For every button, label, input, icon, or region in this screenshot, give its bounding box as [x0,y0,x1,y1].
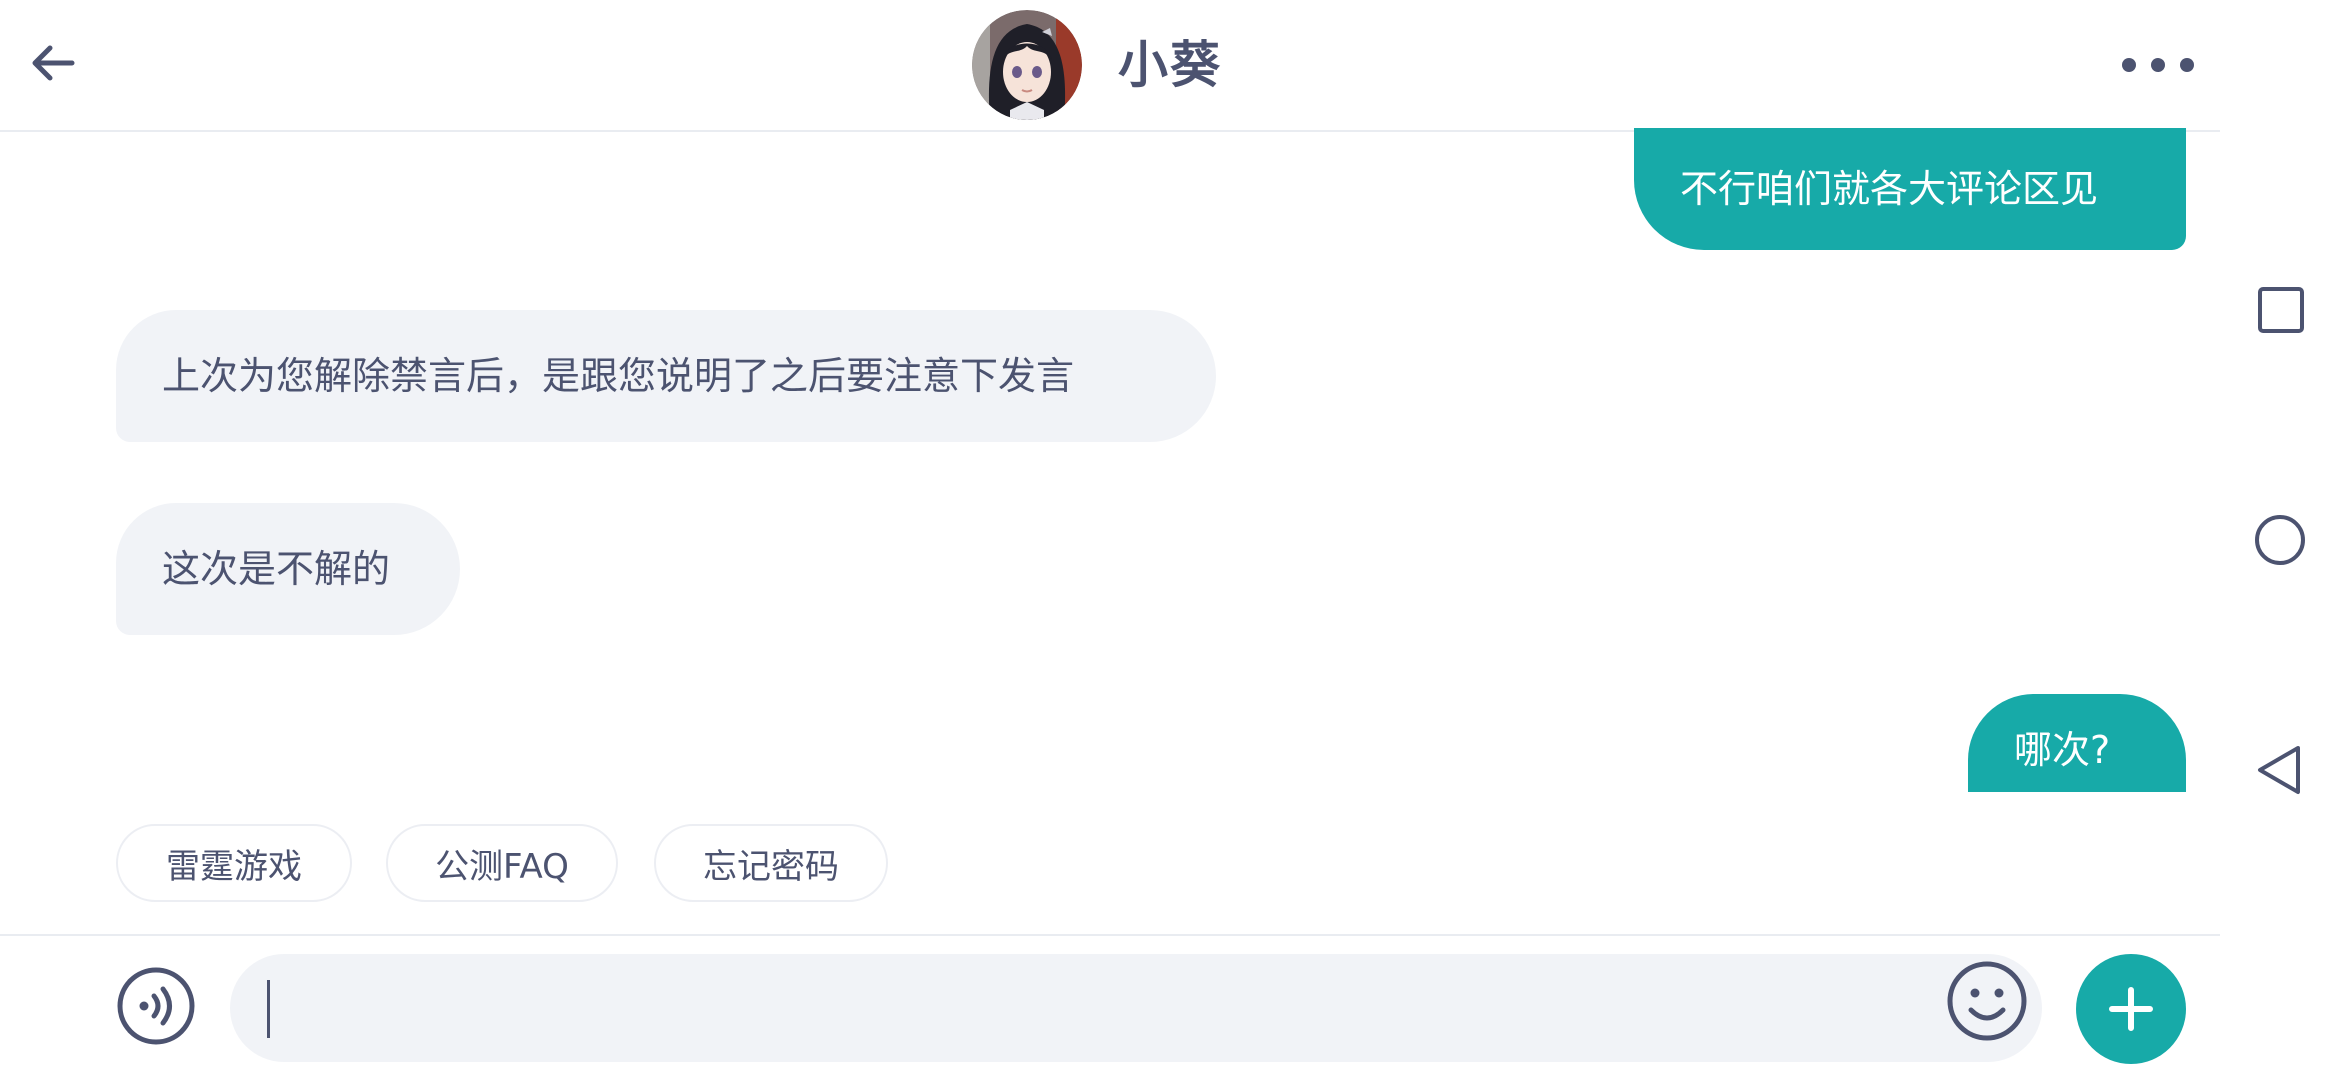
message-text: 不行咱们就各大评论区见 [1680,167,2099,211]
message-text: 这次是不解的 [162,547,391,591]
triangle-back-icon [2258,746,2300,794]
message-bubble-agent[interactable]: 上次为您解除禁言后，是跟您说明了之后要注意下发言 [116,310,1216,442]
avatar[interactable] [972,10,1082,120]
more-horizontal-icon [2122,58,2136,72]
chat-title: 小葵 [1118,36,1222,94]
avatar-image [972,10,1082,120]
message-bubble-user[interactable]: 哪次? [1968,694,2186,792]
text-cursor [267,980,270,1038]
message-bubble-user[interactable]: 不行咱们就各大评论区见 [1634,128,2186,250]
home-button[interactable] [2240,500,2320,580]
message-bubble-agent[interactable]: 这次是不解的 [116,503,460,635]
emoji-button[interactable] [1946,960,2028,1042]
chat-app: 小葵 不行咱们就各大评论区见 上次为您解除禁言后，是跟您说明了之后要注意下发言 … [0,0,2220,1080]
voice-input-button[interactable] [116,966,196,1046]
system-back-button[interactable] [2240,730,2320,810]
message-text: 哪次? [2014,728,2111,772]
quick-reply-chip[interactable]: 忘记密码 [654,824,888,902]
message-input[interactable] [266,978,1890,1040]
input-bar [0,934,2220,1080]
square-recents-icon [2258,287,2304,333]
back-button[interactable] [18,28,88,98]
circle-home-icon [2255,515,2305,565]
quick-reply-chip[interactable]: 公测FAQ [386,824,618,902]
message-input-field[interactable] [230,954,2042,1062]
quick-reply-chip[interactable]: 雷霆游戏 [116,824,352,902]
message-text: 上次为您解除禁言后，是跟您说明了之后要注意下发言 [162,354,1075,398]
arrow-left-icon [32,45,75,81]
chat-header: 小葵 [0,0,2220,132]
add-attachment-button[interactable] [2076,954,2186,1064]
more-options-button[interactable] [2122,40,2194,90]
emoji-icon [1947,961,2027,1041]
voice-icon [117,967,195,1045]
system-navigation-bar [2220,0,2340,1080]
screen: 小葵 不行咱们就各大评论区见 上次为您解除禁言后，是跟您说明了之后要注意下发言 … [0,0,2340,1080]
plus-icon [2109,987,2153,1031]
recents-button[interactable] [2240,270,2320,350]
